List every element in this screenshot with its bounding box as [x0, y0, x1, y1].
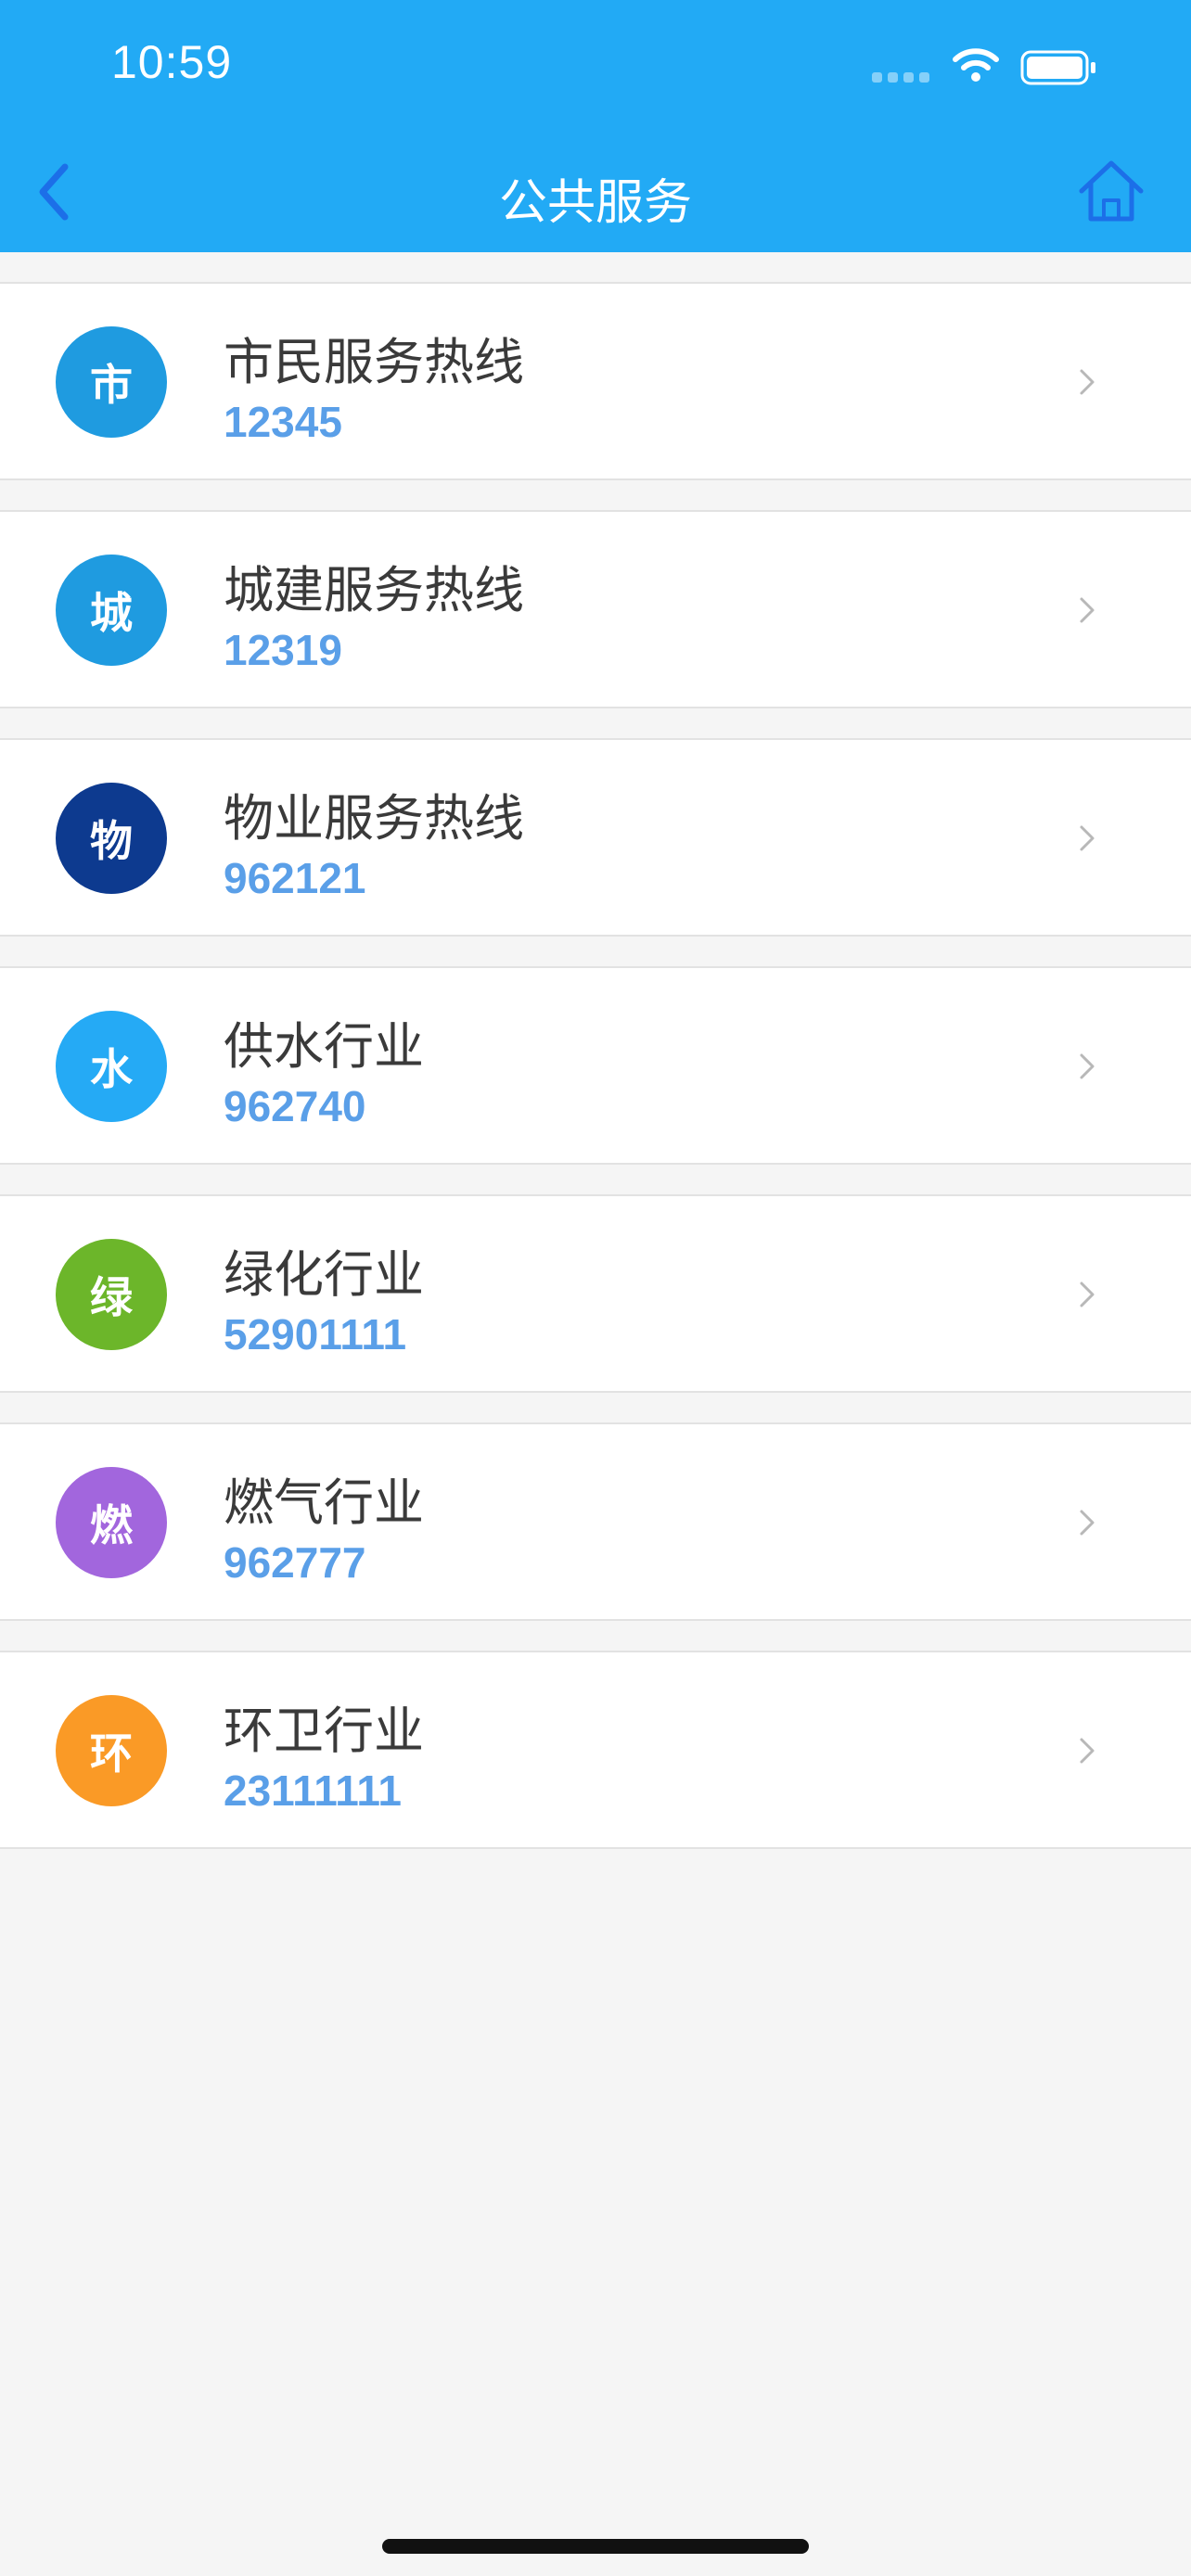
chevron-right-icon: [1080, 1282, 1095, 1307]
wifi-icon: [953, 48, 999, 82]
service-row-gas[interactable]: 燃 燃气行业 962777: [0, 1422, 1191, 1621]
service-row-citizen[interactable]: 市 市民服务热线 12345: [0, 282, 1191, 480]
home-indicator[interactable]: [382, 2539, 809, 2554]
service-title: 物业服务热线: [224, 789, 524, 848]
service-title: 城建服务热线: [224, 561, 524, 619]
status-time: 10:59: [111, 36, 233, 88]
service-avatar: 物: [56, 783, 167, 894]
page-title: 公共服务: [498, 175, 692, 231]
service-row-construction[interactable]: 城 城建服务热线 12319: [0, 510, 1191, 708]
service-number[interactable]: 962121: [224, 853, 366, 903]
service-number[interactable]: 12345: [224, 397, 342, 447]
service-row-property[interactable]: 物 物业服务热线 962121: [0, 738, 1191, 937]
battery-icon: [1020, 50, 1095, 85]
service-avatar: 燃: [56, 1467, 167, 1578]
home-button[interactable]: [1076, 156, 1146, 226]
service-title: 市民服务热线: [224, 333, 524, 391]
service-avatar: 市: [56, 326, 167, 438]
service-title: 燃气行业: [224, 1473, 424, 1532]
chevron-right-icon: [1080, 369, 1095, 395]
cellular-signal-icon: [872, 72, 931, 83]
chevron-right-icon: [1080, 1053, 1095, 1079]
service-title: 供水行业: [224, 1017, 424, 1076]
service-row-sanitation[interactable]: 环 环卫行业 23111111: [0, 1651, 1191, 1849]
chevron-right-icon: [1080, 1510, 1095, 1536]
service-avatar: 绿: [56, 1239, 167, 1350]
service-number[interactable]: 962740: [224, 1081, 366, 1131]
chevron-right-icon: [1080, 1738, 1095, 1764]
service-number[interactable]: 52901111: [224, 1309, 406, 1359]
service-number[interactable]: 12319: [224, 625, 342, 675]
service-avatar: 水: [56, 1011, 167, 1122]
service-number[interactable]: 962777: [224, 1537, 366, 1588]
app-header: 10:59 公共服务: [0, 0, 1191, 252]
chevron-right-icon: [1080, 825, 1095, 851]
service-number[interactable]: 23111111: [224, 1766, 402, 1816]
chevron-right-icon: [1080, 597, 1095, 623]
service-title: 环卫行业: [224, 1702, 424, 1760]
service-avatar: 环: [56, 1695, 167, 1806]
service-avatar: 城: [56, 555, 167, 666]
service-row-water[interactable]: 水 供水行业 962740: [0, 966, 1191, 1165]
service-row-greening[interactable]: 绿 绿化行业 52901111: [0, 1194, 1191, 1393]
status-icons: [872, 46, 1113, 87]
service-title: 绿化行业: [224, 1245, 424, 1304]
